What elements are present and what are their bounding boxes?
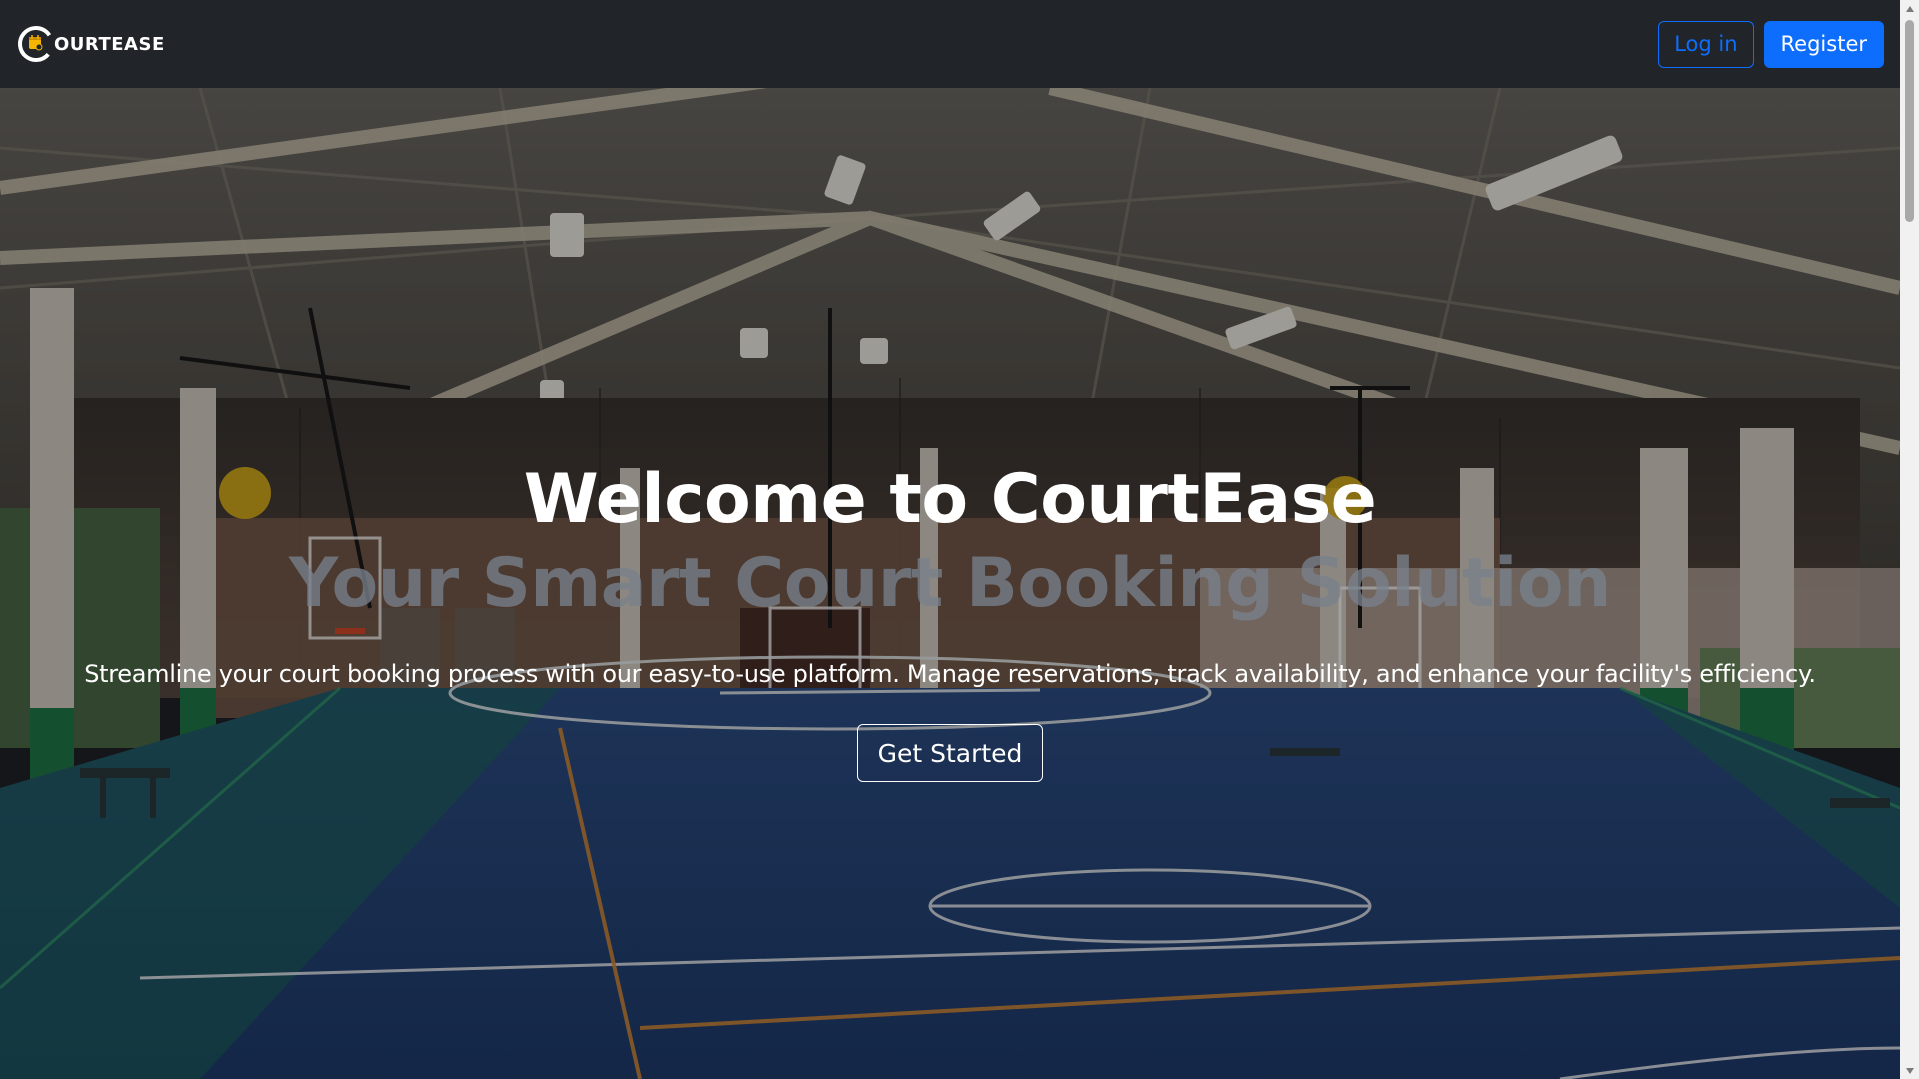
scroll-up-arrow-icon[interactable] [1900, 0, 1919, 17]
page-scrollbar[interactable] [1900, 0, 1919, 1079]
hero-content: Welcome to CourtEase Your Smart Court Bo… [0, 458, 1900, 782]
hero-title: Welcome to CourtEase [523, 460, 1377, 539]
brand-name: OURTEASE [54, 33, 165, 55]
register-button[interactable]: Register [1763, 20, 1884, 68]
brand[interactable]: OURTEASE [16, 24, 165, 64]
page: OURTEASE Log in Register Welcome to Cour… [0, 0, 1919, 1079]
hero-section: Welcome to CourtEase Your Smart Court Bo… [0, 88, 1900, 1079]
nav-actions: Log in Register [1658, 20, 1884, 68]
top-navbar: OURTEASE Log in Register [0, 0, 1900, 88]
scrollbar-thumb[interactable] [1905, 20, 1914, 222]
court-logo-icon [18, 26, 54, 62]
hero-description: Streamline your court booking process wi… [84, 660, 1816, 688]
scroll-down-arrow-icon[interactable] [1900, 1062, 1919, 1079]
get-started-button[interactable]: Get Started [856, 724, 1044, 782]
hero-subtitle: Your Smart Court Booking Solution [289, 544, 1611, 623]
login-button[interactable]: Log in [1658, 20, 1754, 68]
